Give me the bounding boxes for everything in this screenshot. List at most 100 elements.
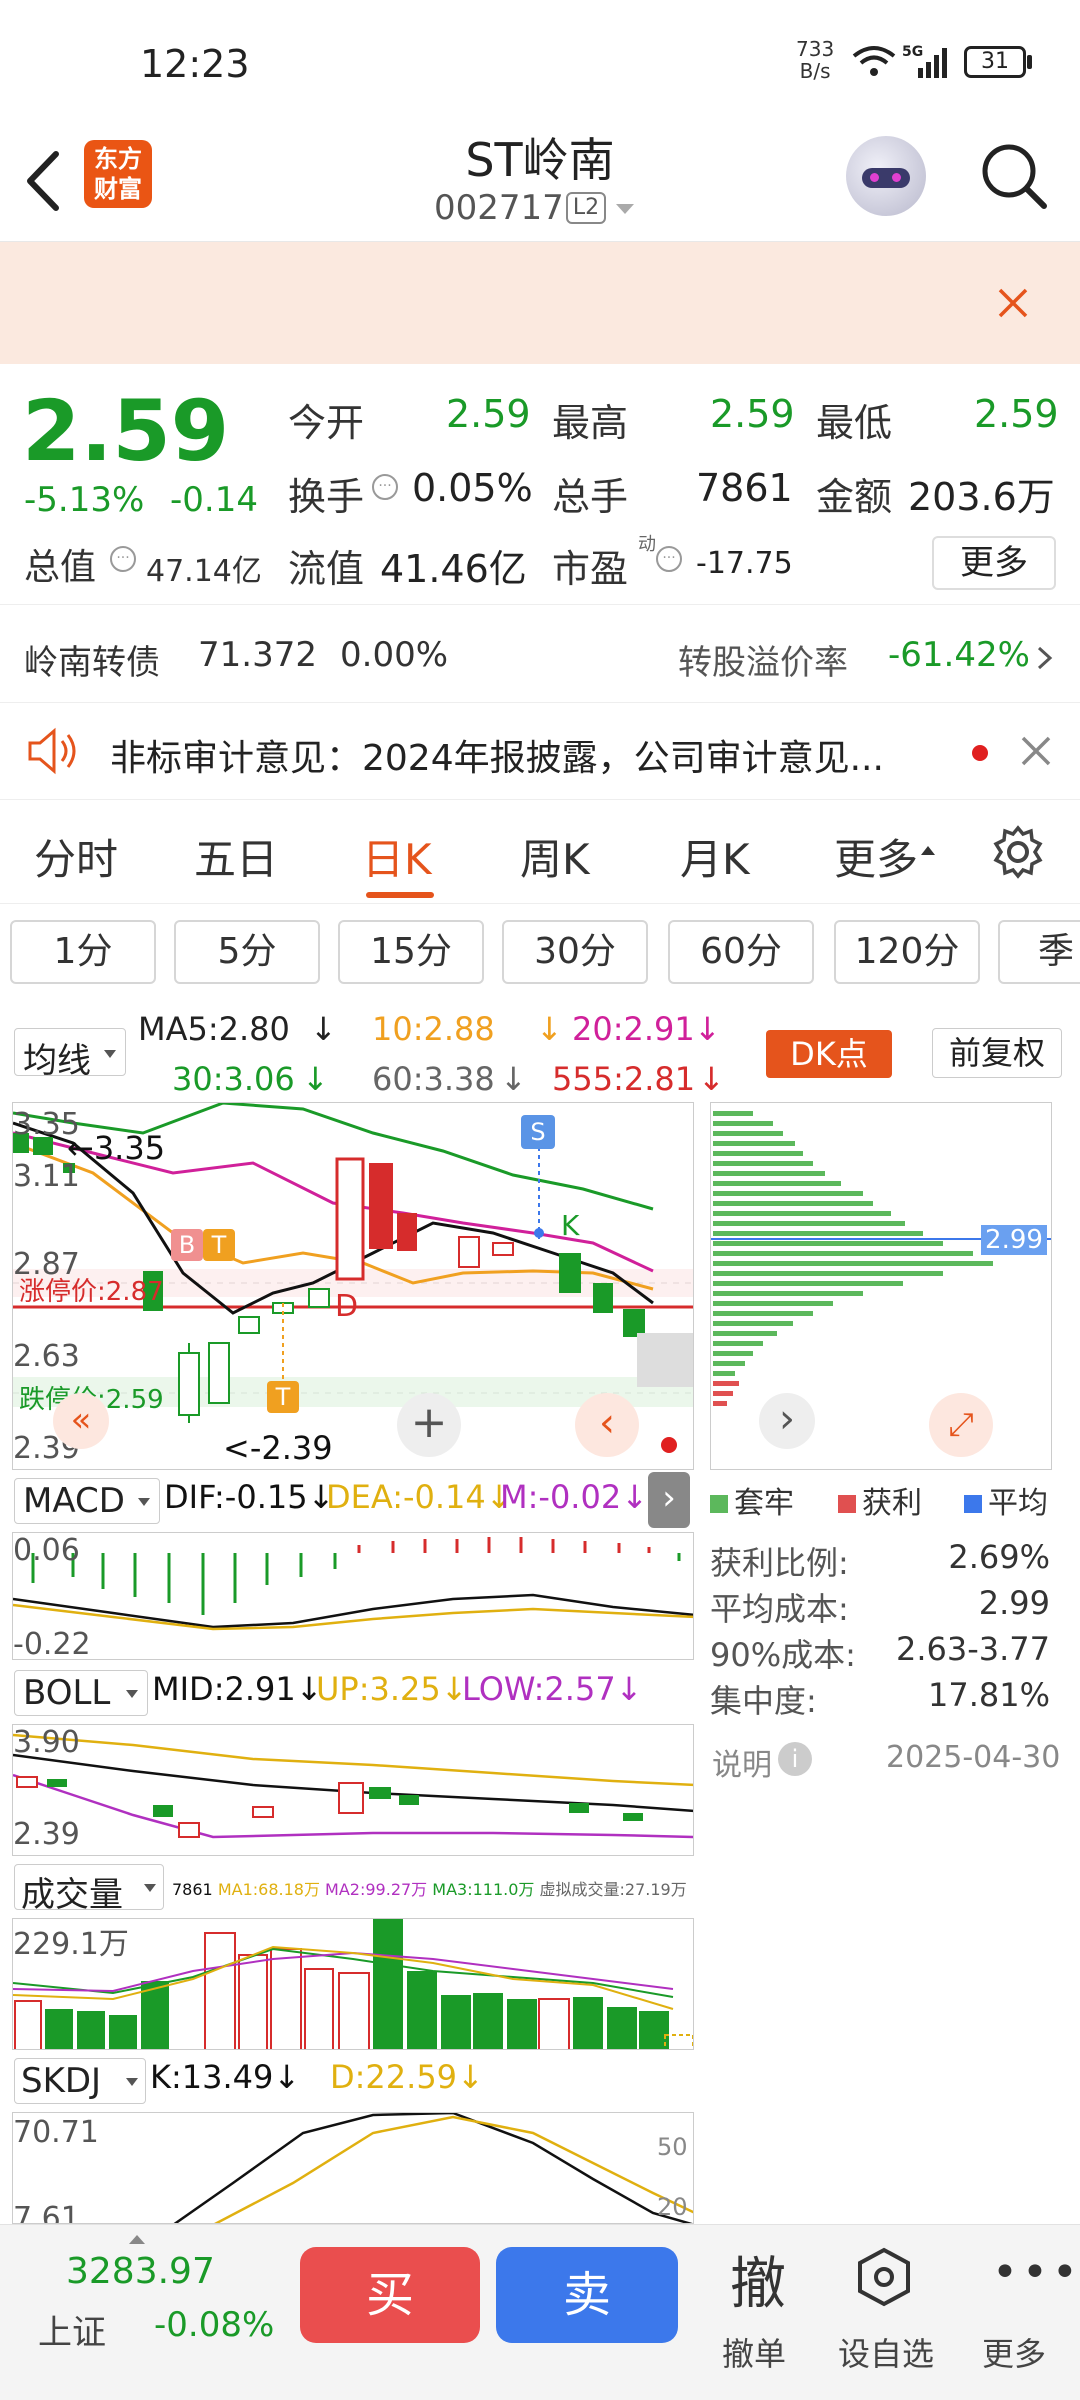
crosshair-plus-icon[interactable]: +	[397, 1393, 461, 1457]
scroll-left-icon[interactable]: ‹	[575, 1393, 639, 1457]
cancel-order-icon[interactable]: 撤	[730, 2239, 786, 2320]
chevron-right-icon[interactable]: ›	[759, 1393, 815, 1449]
macd-select[interactable]: MACD	[14, 1478, 160, 1524]
skdj-y-bottom: 7.61	[13, 2201, 80, 2224]
tab-daily-k[interactable]: 日K	[362, 826, 432, 887]
info-icon[interactable]: i	[778, 1742, 812, 1776]
caret-up-icon[interactable]	[128, 2233, 146, 2245]
high-label: 最高	[552, 401, 629, 445]
ma5-label: MA5:2.80	[138, 1010, 290, 1048]
buy-button[interactable]: 买	[300, 2247, 480, 2343]
info-icon[interactable]: ···	[372, 474, 398, 500]
more-quote-button[interactable]: 更多	[932, 536, 1056, 590]
status-time: 12:23	[140, 42, 250, 86]
stat-row: 90%成本: 2.63-3.77	[710, 1630, 1050, 1674]
gear-icon[interactable]	[990, 824, 1046, 880]
tab-more[interactable]: 更多	[834, 826, 918, 887]
turnover-value: 0.05%	[412, 466, 533, 510]
dk-point-button[interactable]: DK点	[766, 1030, 892, 1078]
kline-chart[interactable]: 3.35 3.11 2.87 2.63 2.39 ←3.35 <-2.39 涨停…	[12, 1102, 694, 1470]
info-icon[interactable]: ···	[110, 546, 136, 572]
volume-select[interactable]: 成交量	[14, 1864, 164, 1915]
low-marker: <-2.39	[223, 1429, 333, 1467]
chip-stats: 套牢 获利 平均 获利比例: 2.69% 平均成本: 2.99 90%成本: 2.63…	[710, 1478, 1052, 1738]
promo-banner[interactable]	[0, 242, 1080, 364]
ma10-label: 10:2.88	[372, 1010, 495, 1048]
period-15m[interactable]: 15分	[338, 920, 484, 984]
close-icon[interactable]	[996, 286, 1030, 320]
sell-marker[interactable]: S	[521, 1115, 555, 1149]
index-value[interactable]: 3283.97	[66, 2251, 215, 2292]
macd-y-top: 0.06	[13, 1533, 80, 1568]
close-icon[interactable]	[1020, 735, 1052, 767]
app-logo: 东方财富	[84, 140, 152, 208]
boll-select[interactable]: BOLL	[14, 1670, 148, 1716]
period-5m[interactable]: 5分	[174, 920, 320, 984]
stock-code: 002717	[434, 188, 564, 228]
chip-note-label[interactable]: 说明	[712, 1740, 772, 1784]
boll-y-top: 3.90	[13, 1725, 80, 1760]
high-value: 2.59	[710, 392, 795, 436]
ma30-label: 30:3.06	[172, 1060, 295, 1098]
float-label: 流值	[288, 547, 365, 591]
t-marker[interactable]: T	[203, 1229, 235, 1261]
t-marker[interactable]: T	[267, 1381, 299, 1413]
tab-weekly-k[interactable]: 周K	[520, 826, 590, 887]
period-1m[interactable]: 1分	[10, 920, 156, 984]
chevron-down-icon[interactable]	[614, 202, 636, 216]
unread-dot	[972, 745, 988, 761]
pe-value: -17.75	[696, 546, 793, 581]
boll-up: UP:3.25↓	[316, 1670, 468, 1708]
forward-adjust-button[interactable]: 前复权	[932, 1028, 1062, 1078]
info-icon[interactable]: ···	[656, 546, 682, 572]
boll-low: LOW:2.57↓	[462, 1670, 643, 1708]
more-label[interactable]: 更多	[982, 2329, 1046, 2375]
skdj-select[interactable]: SKDJ	[14, 2058, 146, 2104]
sell-button[interactable]: 卖	[496, 2247, 678, 2343]
float-value: 41.46亿	[380, 547, 527, 591]
y-label: 2.63	[13, 1339, 80, 1374]
tab-monthly-k[interactable]: 月K	[680, 826, 750, 887]
skdj-d: D:22.59↓	[330, 2058, 484, 2096]
legend-average: 平均	[964, 1478, 1048, 1522]
ma-select[interactable]: 均线	[14, 1028, 126, 1081]
expand-icon[interactable]: ⤢	[929, 1393, 993, 1457]
chip-distribution-chart[interactable]: 2.99 › ⤢	[710, 1102, 1052, 1470]
chevron-right-icon[interactable]: ›	[648, 1472, 690, 1528]
more-dots-icon[interactable]: •••	[992, 2247, 1080, 2298]
convertible-bond-row[interactable]: 岭南转债 71.372 0.00% 转股溢价率 -61.42%	[0, 604, 1080, 702]
volume-y-top: 229.1万	[13, 1927, 129, 1962]
notice-bar[interactable]: 非标审计意见：2024年报披露，公司审计意见...	[0, 702, 1080, 800]
skdj-y-top: 70.71	[13, 2115, 99, 2150]
scroll-left-fast-icon[interactable]: «	[53, 1393, 109, 1449]
stock-header: 东方财富 ST岭南 002717 L2	[0, 120, 1080, 242]
volume-value: 7861	[696, 466, 793, 510]
stock-name: ST岭南	[465, 133, 615, 187]
period-30m[interactable]: 30分	[502, 920, 648, 984]
premium-label: 转股溢价率	[678, 643, 848, 683]
assistant-robot-icon[interactable]	[846, 136, 926, 216]
period-quarter[interactable]: 季	[998, 920, 1080, 984]
cancel-order-label[interactable]: 撤单	[722, 2329, 786, 2375]
level-badge[interactable]: L2	[566, 192, 606, 224]
avg-cost-tag: 2.99	[981, 1225, 1047, 1255]
chevron-down-icon	[138, 1498, 150, 1506]
back-icon[interactable]	[22, 148, 62, 214]
speaker-icon	[28, 727, 76, 775]
volume-label: 总手	[552, 475, 629, 519]
period-120m[interactable]: 120分	[834, 920, 980, 984]
tab-intraday[interactable]: 分时	[34, 826, 118, 887]
add-watchlist-icon[interactable]	[856, 2247, 912, 2307]
period-60m[interactable]: 60分	[668, 920, 814, 984]
turnover-label: 换手	[288, 475, 365, 519]
index-name[interactable]: 上证	[38, 2305, 106, 2354]
index-change[interactable]: -0.08%	[154, 2305, 274, 2345]
tab-five-day[interactable]: 五日	[194, 826, 278, 887]
buy-marker[interactable]: B	[171, 1229, 203, 1261]
macd-chart: 0.06 -0.22	[12, 1532, 694, 1660]
period-selector: 1分 5分 15分 30分 60分 120分 季	[0, 910, 1080, 1000]
add-watchlist-label[interactable]: 设自选	[838, 2329, 934, 2375]
chevron-right-icon	[1037, 646, 1053, 670]
premium-value: -61.42%	[888, 635, 1030, 675]
search-icon[interactable]	[978, 140, 1050, 212]
